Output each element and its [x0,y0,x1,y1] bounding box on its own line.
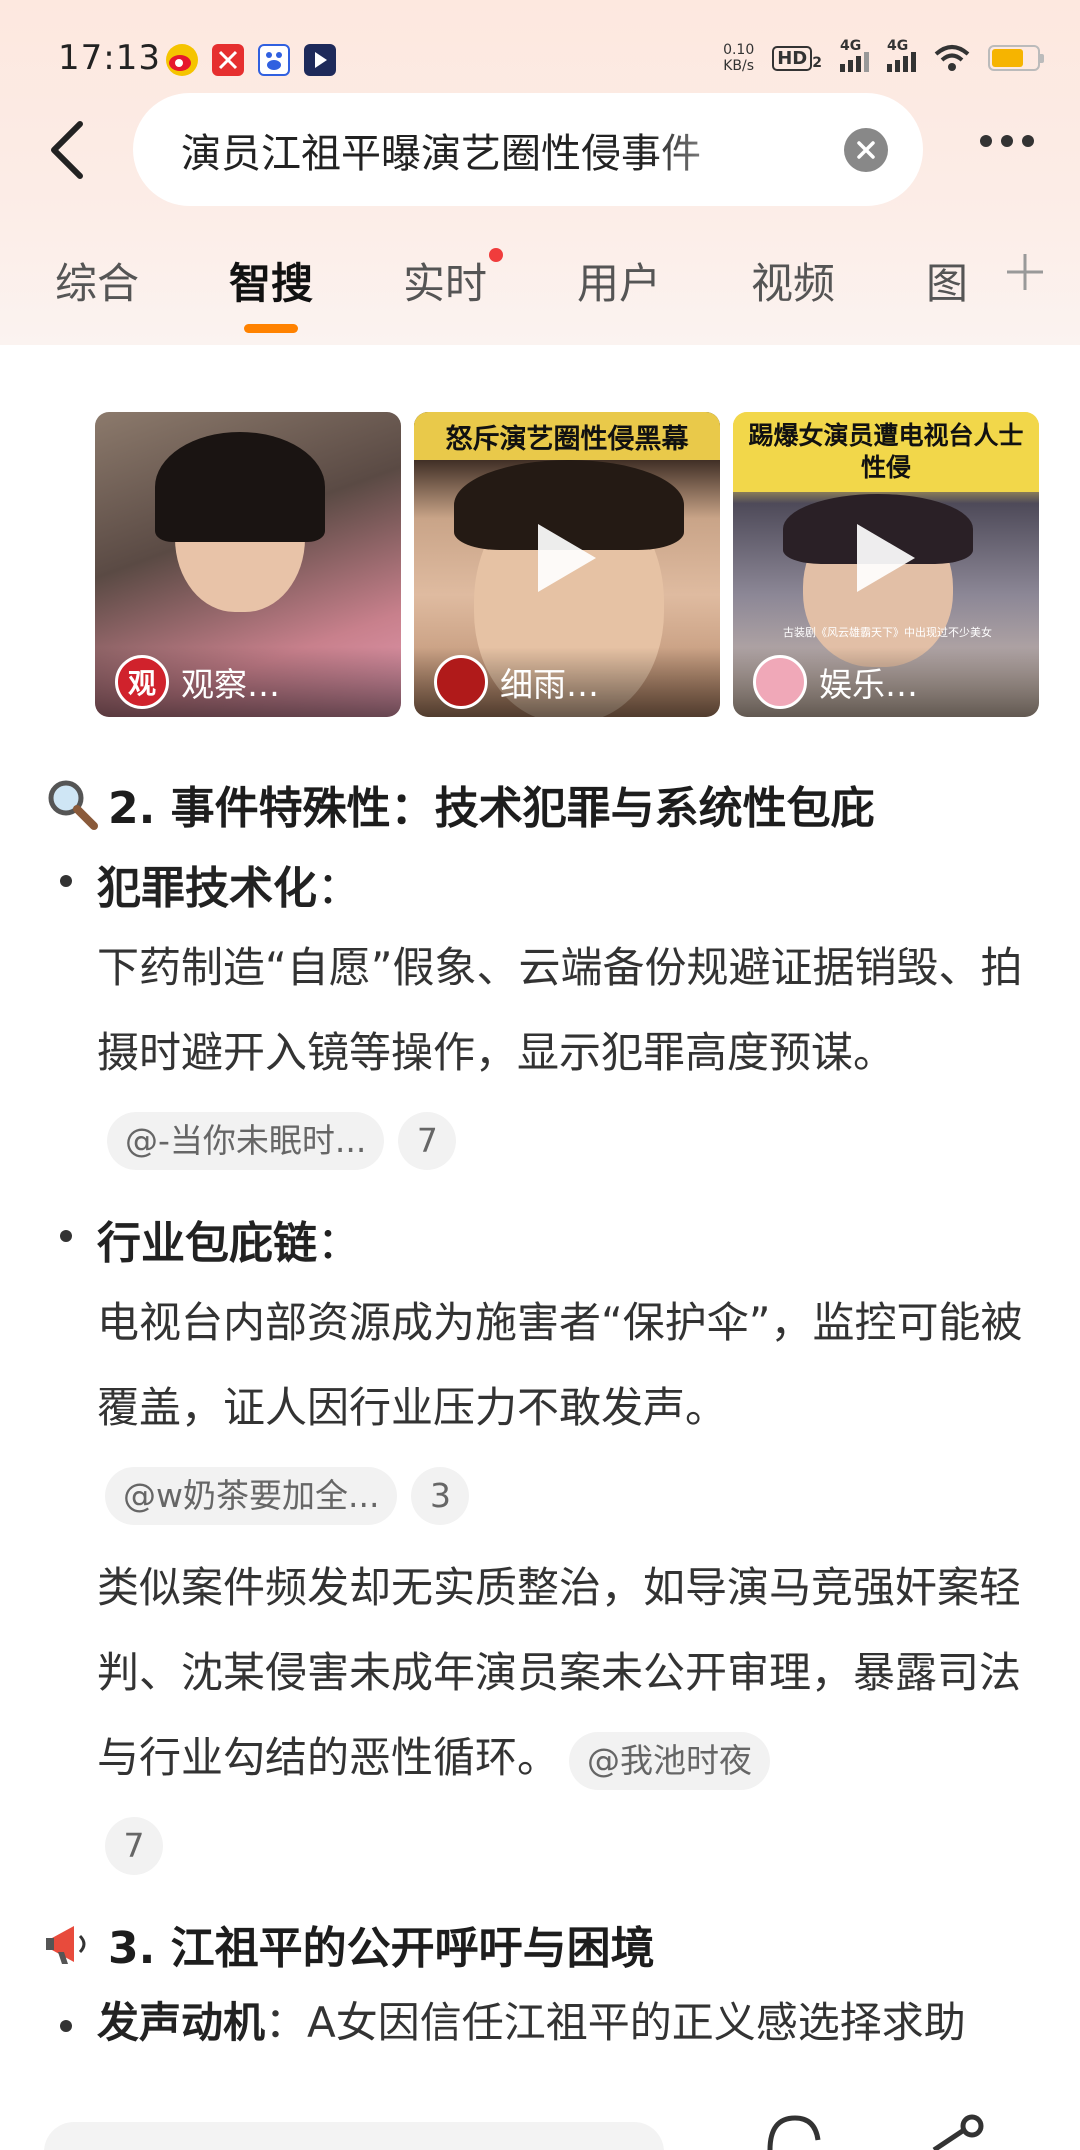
reference-count-badge[interactable]: 3 [411,1466,470,1525]
reference-count-badge[interactable]: 7 [398,1111,457,1170]
video-banner-text: 踢爆女演员遭电视台人士性侵 [733,412,1039,492]
section-heading: 3. 江祖平的公开呼吁与困境 [44,1912,655,1976]
source-reference-chip[interactable]: @w奶茶要加全... [105,1466,398,1525]
ai-sparkle-icon[interactable] [760,2110,830,2150]
video-card-footer: 细雨… [414,647,720,717]
follow-up-input[interactable] [44,2122,664,2150]
video-card[interactable]: 怒斥演艺圈性侵黑幕 细雨… [414,412,720,717]
search-tabs: 综合 智搜 实时 用户 视频 图 [0,248,1080,340]
tab-comprehensive[interactable]: 综合 [55,250,139,320]
source-reference-chip[interactable]: @-当你未眠时... [107,1111,385,1170]
tab-label: 实时 [403,259,488,308]
avatar-text: 观 [127,667,156,700]
hd-indicator: HD 2 [772,45,822,71]
bullet-body: 下药制造“自愿”假象、云端备份规避证据销毁、拍摄时避开入镜等操作，显示犯罪高度预… [97,925,1037,1180]
tab-label: 智搜 [229,259,314,308]
news-app-icon [212,44,244,76]
bullet-title: 犯罪技术化 [97,863,317,914]
tab-realtime[interactable]: 实时 [403,248,504,320]
more-options-button[interactable] [980,135,1034,147]
hd-sub: 2 [812,54,822,71]
signal-1-label: 4G [840,38,862,54]
hd-label: HD [772,45,813,71]
section-heading: 2. 事件特殊性：技术犯罪与系统性包庇 [44,772,875,836]
share-icon[interactable] [920,2110,990,2150]
magnifier-icon [44,776,100,832]
bullet-colon: ： [265,1998,308,2047]
video-carousel: 观 观察… 怒斥演艺圈性侵黑幕 细雨… 踢爆女演员遭电视台人士性侵 古装剧《风云… [95,412,1039,717]
video-author: 细雨… [500,665,599,704]
bullet-body: 发声动机：A女因信任江祖平的正义感选择求助 [97,1980,1037,2065]
video-card-footer: 观 观察… [95,647,401,717]
bullet-heading: 犯罪技术化： [97,852,361,916]
video-banner-text: 怒斥演艺圈性侵黑幕 [414,412,720,460]
hair-shape [155,432,325,542]
avatar [434,655,488,709]
reference-count-badge[interactable]: 7 [105,1816,163,1875]
active-tab-indicator [244,324,298,333]
paragraph-text: 类似案件频发却无实质整治，如导演马竞强奸案轻判、沈某侵害未成年演员案未公开审理，… [97,1563,1022,1782]
tab-smart-search[interactable]: 智搜 [229,250,314,333]
add-tab-button[interactable] [1003,250,1047,303]
tab-label: 综合 [55,259,140,308]
avatar [753,655,807,709]
net-speed-value: 0.10 [723,42,755,58]
bullet-body: 电视台内部资源成为施害者“保护伞”，监控可能被覆盖，证人因行业压力不敢发声。 @w… [97,1280,1037,1535]
search-box[interactable] [133,93,923,206]
play-icon [857,524,915,593]
search-input[interactable] [181,126,781,173]
bullet-dot [60,2020,72,2032]
bullet-text: A女因信任江祖平的正义感选择求助 [307,1998,966,2047]
megaphone-icon [44,1916,100,1972]
bullet-title: 发声动机 [97,1998,266,2047]
weibo-notification-icon [166,44,198,76]
back-arrow-icon[interactable] [44,118,94,182]
bullet-dot [60,1230,72,1242]
close-icon [857,141,875,159]
net-speed: 0.10 KB/s [723,42,754,74]
video-card[interactable]: 踢爆女演员遭电视台人士性侵 古装剧《风云雄霸天下》中出现过不少美女 娱乐… [733,412,1039,717]
bullet-heading: 行业包庇链： [97,1207,361,1271]
status-time: 17:13 [58,38,161,78]
status-indicators: 0.10 KB/s HD 2 4G 4G [723,36,1044,80]
battery-icon [988,45,1044,71]
section-title: 2. 事件特殊性：技术犯罪与系统性包庇 [108,783,875,834]
bullet-title: 行业包庇链 [97,1218,317,1269]
section-title: 3. 江祖平的公开呼吁与困境 [108,1923,655,1974]
plus-icon [1007,254,1043,290]
signal-icon-1: 4G [840,38,869,72]
signal-2-label: 4G [887,38,909,54]
tab-label: 图 [926,259,969,308]
baidu-app-icon [258,44,290,76]
tab-videos[interactable]: 视频 [751,250,835,320]
wifi-icon [934,45,970,71]
tab-label: 用户 [577,259,662,308]
video-author: 观察… [181,665,280,704]
net-speed-unit: KB/s [723,58,755,74]
bullet-text: 下药制造“自愿”假象、云端备份规避证据销毁、拍摄时避开入镜等操作，显示犯罪高度预… [97,943,1023,1077]
tab-label: 视频 [751,259,836,308]
video-caption: 古装剧《风云雄霸天下》中出现过不少美女 [783,626,992,639]
paragraph: 类似案件频发却无实质整治，如导演马竞强奸案轻判、沈某侵害未成年演员案未公开审理，… [97,1545,1037,1885]
avatar: 观 [115,655,169,709]
video-app-icon [304,44,336,76]
signal-icon-2: 4G [887,38,916,72]
clear-search-button[interactable] [844,128,888,172]
tab-images[interactable]: 图 [926,250,968,320]
bullet-colon: ： [317,863,361,914]
bullet-dot [60,875,72,887]
tab-users[interactable]: 用户 [577,250,661,320]
bullet-text: 电视台内部资源成为施害者“保护伞”，监控可能被覆盖，证人因行业压力不敢发声。 [97,1298,1023,1432]
new-content-dot [489,248,504,262]
video-card[interactable]: 观 观察… [95,412,401,717]
source-reference-chip[interactable]: @我池时夜 [569,1731,771,1790]
play-icon [538,524,596,593]
video-author: 娱乐… [819,665,918,704]
bullet-colon: ： [317,1218,361,1269]
video-card-footer: 娱乐… [733,647,1039,717]
